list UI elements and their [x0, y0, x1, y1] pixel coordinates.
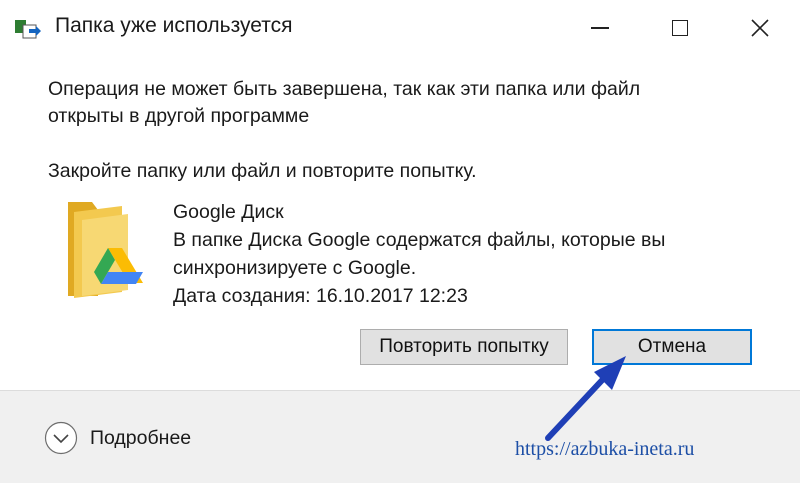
item-name: Google Диск — [173, 201, 284, 223]
dialog-content: Операция не может быть завершена, так ка… — [0, 58, 800, 390]
instruction-text: Закройте папку или файл и повторите попы… — [48, 160, 477, 182]
maximize-button[interactable] — [650, 6, 710, 50]
item-description-line-2: синхронизируете с Google. — [173, 257, 417, 279]
google-drive-folder-icon — [68, 202, 143, 298]
item-description-line-1: В папке Диска Google содержатся файлы, к… — [173, 229, 666, 251]
close-button[interactable] — [730, 6, 790, 50]
window-title: Папка уже используется — [55, 14, 293, 37]
minimize-button[interactable] — [570, 6, 630, 50]
title-bar: Папка уже используется — [0, 0, 800, 58]
move-files-icon — [15, 20, 41, 39]
close-icon — [751, 19, 769, 37]
dialog-footer: Подробнее — [0, 390, 800, 483]
expand-details-icon[interactable] — [44, 421, 78, 455]
error-message-line-2: открыты в другой программе — [48, 105, 310, 127]
minimize-icon — [591, 27, 609, 29]
error-message: Операция не может быть завершена, так ка… — [48, 76, 640, 130]
more-details-label[interactable]: Подробнее — [90, 427, 191, 450]
retry-button[interactable]: Повторить попытку — [360, 329, 568, 365]
cancel-button[interactable]: Отмена — [592, 329, 752, 365]
watermark-url: https://azbuka-ineta.ru — [515, 438, 695, 460]
item-created-date: Дата создания: 16.10.2017 12:23 — [173, 285, 468, 307]
error-message-line-1: Операция не может быть завершена, так ка… — [48, 78, 641, 100]
item-details: Google Диск В папке Диска Google содержа… — [173, 198, 665, 310]
maximize-icon — [672, 20, 688, 36]
